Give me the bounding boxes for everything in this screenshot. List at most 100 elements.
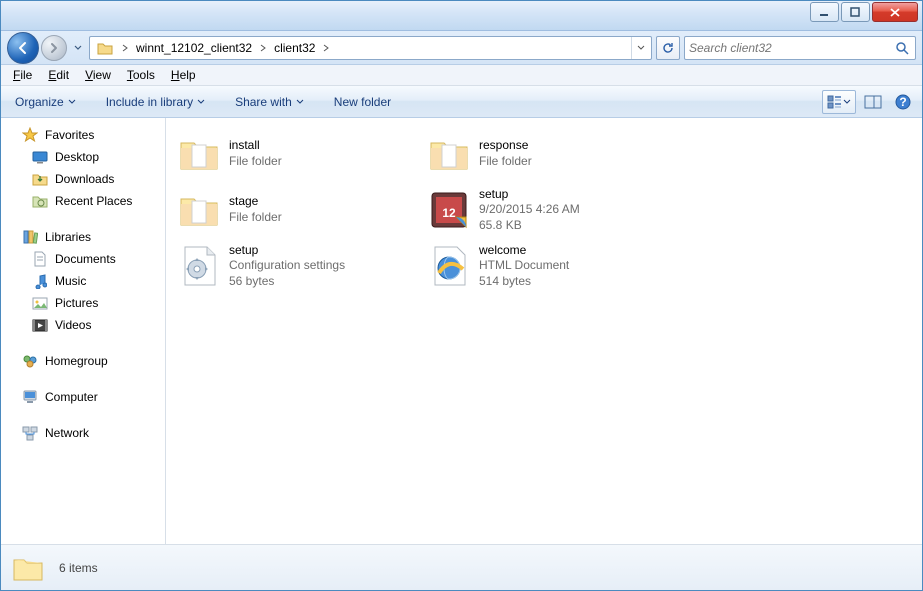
file-name: setup bbox=[229, 243, 345, 259]
recent-places-icon bbox=[31, 192, 49, 210]
html-icon bbox=[427, 244, 471, 288]
nav-desktop[interactable]: Desktop bbox=[1, 146, 165, 168]
refresh-button[interactable] bbox=[656, 36, 680, 60]
folder-icon bbox=[96, 39, 114, 57]
music-icon bbox=[31, 272, 49, 290]
menu-view[interactable]: View bbox=[77, 66, 119, 84]
computer-group: Computer bbox=[1, 386, 165, 408]
file-item[interactable]: responseFile folder bbox=[420, 126, 670, 182]
nav-documents[interactable]: Documents bbox=[1, 248, 165, 270]
address-dropdown[interactable] bbox=[631, 37, 649, 59]
menu-edit[interactable]: Edit bbox=[40, 66, 77, 84]
folder-icon bbox=[427, 132, 471, 176]
nav-music[interactable]: Music bbox=[1, 270, 165, 292]
file-list[interactable]: installFile folderresponseFile foldersta… bbox=[166, 118, 922, 544]
favorites-group: Favorites Desktop Downloads Recent Place… bbox=[1, 124, 165, 212]
breadcrumb-0-label: winnt_12102_client32 bbox=[136, 41, 252, 55]
search-icon[interactable] bbox=[893, 41, 911, 55]
organize-button[interactable]: Organize bbox=[7, 91, 84, 113]
search-input[interactable] bbox=[689, 41, 893, 55]
breadcrumb-1-label: client32 bbox=[274, 41, 315, 55]
documents-icon bbox=[31, 250, 49, 268]
preview-pane-button[interactable] bbox=[860, 90, 886, 114]
status-text: 6 items bbox=[59, 561, 98, 575]
close-button[interactable] bbox=[872, 2, 918, 22]
nav-videos[interactable]: Videos bbox=[1, 314, 165, 336]
file-item[interactable]: stageFile folder bbox=[170, 182, 420, 238]
tiles-view-icon bbox=[827, 95, 843, 109]
command-bar: Organize Include in library Share with N… bbox=[1, 86, 922, 118]
file-name: stage bbox=[229, 194, 282, 210]
videos-icon bbox=[31, 316, 49, 334]
breadcrumb-1[interactable]: client32 bbox=[270, 37, 319, 59]
nav-computer[interactable]: Computer bbox=[1, 386, 165, 408]
breadcrumb-root-chevron[interactable] bbox=[118, 37, 132, 59]
file-item[interactable]: 12 setup9/20/2015 4:26 AM65.8 KB bbox=[420, 182, 670, 238]
folder-icon bbox=[177, 188, 221, 232]
file-meta-1: File folder bbox=[229, 154, 282, 170]
breadcrumb-0[interactable]: winnt_12102_client32 bbox=[132, 37, 256, 59]
recent-locations-dropdown[interactable] bbox=[71, 44, 85, 52]
forward-button[interactable] bbox=[41, 35, 67, 61]
new-folder-button[interactable]: New folder bbox=[326, 91, 399, 113]
file-meta-1: File folder bbox=[479, 154, 532, 170]
window-controls bbox=[808, 2, 918, 22]
details-folder-icon bbox=[11, 551, 45, 585]
libraries-group: Libraries Documents Music Pictures Video… bbox=[1, 226, 165, 336]
file-item[interactable]: setupConfiguration settings56 bytes bbox=[170, 238, 420, 294]
favorites-header[interactable]: Favorites bbox=[1, 124, 165, 146]
file-meta-2: 65.8 KB bbox=[479, 218, 580, 234]
desktop-icon bbox=[31, 148, 49, 166]
network-icon bbox=[21, 424, 39, 442]
nav-homegroup[interactable]: Homegroup bbox=[1, 350, 165, 372]
maximize-button[interactable] bbox=[841, 2, 870, 22]
search-box[interactable] bbox=[684, 36, 916, 60]
file-item[interactable]: installFile folder bbox=[170, 126, 420, 182]
breadcrumb-sep-1[interactable] bbox=[319, 37, 333, 59]
ini-icon bbox=[177, 244, 221, 288]
nav-network[interactable]: Network bbox=[1, 422, 165, 444]
details-pane: 6 items bbox=[1, 544, 922, 590]
network-group: Network bbox=[1, 422, 165, 444]
pictures-icon bbox=[31, 294, 49, 312]
file-meta-1: 9/20/2015 4:26 AM bbox=[479, 202, 580, 218]
folder-icon bbox=[177, 132, 221, 176]
back-button[interactable] bbox=[7, 32, 39, 64]
navigation-bar: winnt_12102_client32 client32 bbox=[1, 31, 922, 65]
address-bar[interactable]: winnt_12102_client32 client32 bbox=[89, 36, 652, 60]
nav-recent-places[interactable]: Recent Places bbox=[1, 190, 165, 212]
svg-text:?: ? bbox=[899, 95, 906, 109]
file-meta-2: 56 bytes bbox=[229, 274, 345, 290]
file-name: welcome bbox=[479, 243, 569, 259]
file-name: response bbox=[479, 138, 532, 154]
explorer-window: winnt_12102_client32 client32 File Edit … bbox=[0, 0, 923, 591]
menu-tools[interactable]: Tools bbox=[119, 66, 163, 84]
libraries-icon bbox=[21, 228, 39, 246]
menu-file-rest: ile bbox=[20, 68, 32, 82]
homegroup-icon bbox=[21, 352, 39, 370]
file-meta-1: Configuration settings bbox=[229, 258, 345, 274]
file-meta-2: 514 bytes bbox=[479, 274, 569, 290]
file-name: setup bbox=[479, 187, 580, 203]
titlebar bbox=[1, 1, 922, 31]
include-in-library-button[interactable]: Include in library bbox=[98, 91, 213, 113]
svg-text:12: 12 bbox=[442, 206, 456, 220]
help-button[interactable]: ? bbox=[890, 90, 916, 114]
menu-bar: File Edit View Tools Help bbox=[1, 65, 922, 86]
breadcrumb-sep-0[interactable] bbox=[256, 37, 270, 59]
minimize-button[interactable] bbox=[810, 2, 839, 22]
file-item[interactable]: welcomeHTML Document514 bytes bbox=[420, 238, 670, 294]
navigation-pane[interactable]: Favorites Desktop Downloads Recent Place… bbox=[1, 118, 166, 544]
downloads-icon bbox=[31, 170, 49, 188]
favorites-icon bbox=[21, 126, 39, 144]
libraries-header[interactable]: Libraries bbox=[1, 226, 165, 248]
view-mode-button[interactable] bbox=[822, 90, 856, 114]
menu-help[interactable]: Help bbox=[163, 66, 204, 84]
file-name: install bbox=[229, 138, 282, 154]
share-with-button[interactable]: Share with bbox=[227, 91, 312, 113]
exe-icon: 12 bbox=[427, 188, 471, 232]
file-meta-1: File folder bbox=[229, 210, 282, 226]
nav-downloads[interactable]: Downloads bbox=[1, 168, 165, 190]
menu-file[interactable]: File bbox=[5, 66, 40, 84]
nav-pictures[interactable]: Pictures bbox=[1, 292, 165, 314]
